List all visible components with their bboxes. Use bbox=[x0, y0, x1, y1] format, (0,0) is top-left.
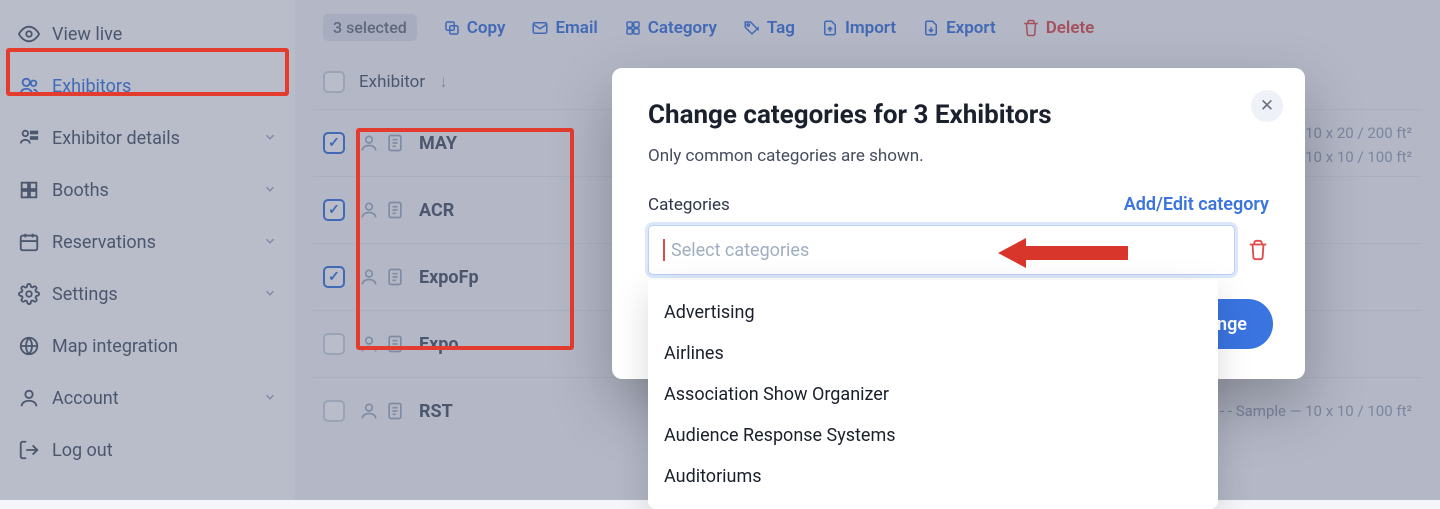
notes-icon bbox=[385, 133, 405, 153]
person-icon bbox=[359, 200, 379, 220]
export-button[interactable]: Export bbox=[922, 18, 996, 38]
sidebar-item-view-live[interactable]: View live bbox=[0, 8, 295, 60]
annotation-arrow bbox=[998, 236, 1128, 275]
person-icon bbox=[359, 133, 379, 153]
exhibitor-name: RST bbox=[419, 401, 453, 422]
select-all-checkbox[interactable] bbox=[323, 71, 345, 93]
chevron-down-icon bbox=[263, 284, 277, 305]
import-button[interactable]: Import bbox=[821, 18, 896, 38]
notes-icon bbox=[385, 267, 405, 287]
row-checkbox[interactable] bbox=[323, 266, 345, 288]
selected-count: 3 selected bbox=[323, 14, 417, 41]
map-icon bbox=[18, 335, 40, 357]
row-checkbox[interactable] bbox=[323, 400, 345, 422]
dropdown-option[interactable]: Association Show Organizer bbox=[648, 374, 1218, 415]
tag-icon bbox=[743, 19, 761, 37]
chevron-down-icon bbox=[263, 180, 277, 201]
dropdown-option[interactable]: Airlines bbox=[648, 333, 1218, 374]
person-icon bbox=[359, 334, 379, 354]
sidebar-item-label: Reservations bbox=[52, 232, 156, 253]
person-icon bbox=[359, 401, 379, 421]
import-icon bbox=[821, 19, 839, 37]
exhibitor-name: ACR bbox=[419, 200, 454, 221]
categories-select-input[interactable]: Select categories bbox=[648, 225, 1235, 275]
chevron-down-icon bbox=[263, 388, 277, 409]
tag-button[interactable]: Tag bbox=[743, 18, 795, 38]
copy-icon bbox=[443, 19, 461, 37]
sidebar-item-settings[interactable]: Settings bbox=[0, 268, 295, 320]
row-checkbox[interactable] bbox=[323, 199, 345, 221]
text-cursor bbox=[663, 239, 665, 261]
sidebar-item-reservations[interactable]: Reservations bbox=[0, 216, 295, 268]
sidebar-item-label: Exhibitors bbox=[52, 76, 131, 97]
sidebar-item-account[interactable]: Account bbox=[0, 372, 295, 424]
details-icon bbox=[18, 127, 40, 149]
sidebar-item-label: Map integration bbox=[52, 336, 178, 357]
sidebar: View live Exhibitors Exhibitor details B… bbox=[0, 0, 295, 500]
dropdown-option[interactable]: Auditoriums bbox=[648, 456, 1218, 497]
bulk-toolbar: 3 selected Copy Email Category Tag Impor… bbox=[313, 0, 1422, 55]
dropdown-option[interactable]: Advertising bbox=[648, 292, 1218, 333]
exhibitors-icon bbox=[18, 75, 40, 97]
sidebar-item-exhibitor-details[interactable]: Exhibitor details bbox=[0, 112, 295, 164]
email-button[interactable]: Email bbox=[531, 18, 597, 38]
reservations-icon bbox=[18, 231, 40, 253]
logout-icon bbox=[18, 439, 40, 461]
sidebar-item-label: Booths bbox=[52, 180, 109, 201]
chevron-down-icon bbox=[263, 232, 277, 253]
email-icon bbox=[531, 19, 549, 37]
export-icon bbox=[922, 19, 940, 37]
eye-icon bbox=[18, 23, 40, 45]
sidebar-item-label: Log out bbox=[52, 440, 113, 461]
categories-dropdown: Advertising Airlines Association Show Or… bbox=[648, 280, 1218, 509]
clear-categories-button[interactable] bbox=[1247, 239, 1269, 261]
sort-desc-icon: ↓ bbox=[439, 72, 448, 92]
modal-title: Change categories for 3 Exhibitors bbox=[648, 100, 1269, 130]
exhibitor-name: Expo bbox=[419, 334, 459, 355]
chevron-down-icon bbox=[263, 128, 277, 149]
notes-icon bbox=[385, 200, 405, 220]
sidebar-item-label: View live bbox=[52, 24, 122, 45]
modal-subtitle: Only common categories are shown. bbox=[648, 146, 1269, 166]
delete-button[interactable]: Delete bbox=[1022, 18, 1095, 38]
category-icon bbox=[624, 19, 642, 37]
sidebar-item-logout[interactable]: Log out bbox=[0, 424, 295, 476]
category-button[interactable]: Category bbox=[624, 18, 717, 38]
sidebar-item-label: Account bbox=[52, 388, 119, 409]
notes-icon bbox=[385, 334, 405, 354]
close-icon: ✕ bbox=[1260, 96, 1274, 116]
add-edit-category-link[interactable]: Add/Edit category bbox=[1124, 194, 1269, 215]
sidebar-item-map-integration[interactable]: Map integration bbox=[0, 320, 295, 372]
copy-button[interactable]: Copy bbox=[443, 18, 506, 38]
sidebar-item-label: Settings bbox=[52, 284, 118, 305]
notes-icon bbox=[385, 401, 405, 421]
gear-icon bbox=[18, 283, 40, 305]
account-icon bbox=[18, 387, 40, 409]
close-button[interactable]: ✕ bbox=[1251, 90, 1283, 122]
placeholder-text: Select categories bbox=[671, 240, 809, 261]
categories-label: Categories bbox=[648, 195, 730, 215]
row-checkbox[interactable] bbox=[323, 132, 345, 154]
column-header-label: Exhibitor bbox=[359, 72, 425, 92]
trash-icon bbox=[1022, 19, 1040, 37]
booths-icon bbox=[18, 179, 40, 201]
sidebar-item-exhibitors[interactable]: Exhibitors bbox=[0, 60, 295, 112]
sidebar-item-booths[interactable]: Booths bbox=[0, 164, 295, 216]
dropdown-option[interactable]: Audience Response Systems bbox=[648, 415, 1218, 456]
sidebar-item-label: Exhibitor details bbox=[52, 128, 180, 149]
exhibitor-name: ExpoFp bbox=[419, 267, 479, 288]
row-checkbox[interactable] bbox=[323, 333, 345, 355]
exhibitor-name: MAY bbox=[419, 133, 457, 154]
person-icon bbox=[359, 267, 379, 287]
